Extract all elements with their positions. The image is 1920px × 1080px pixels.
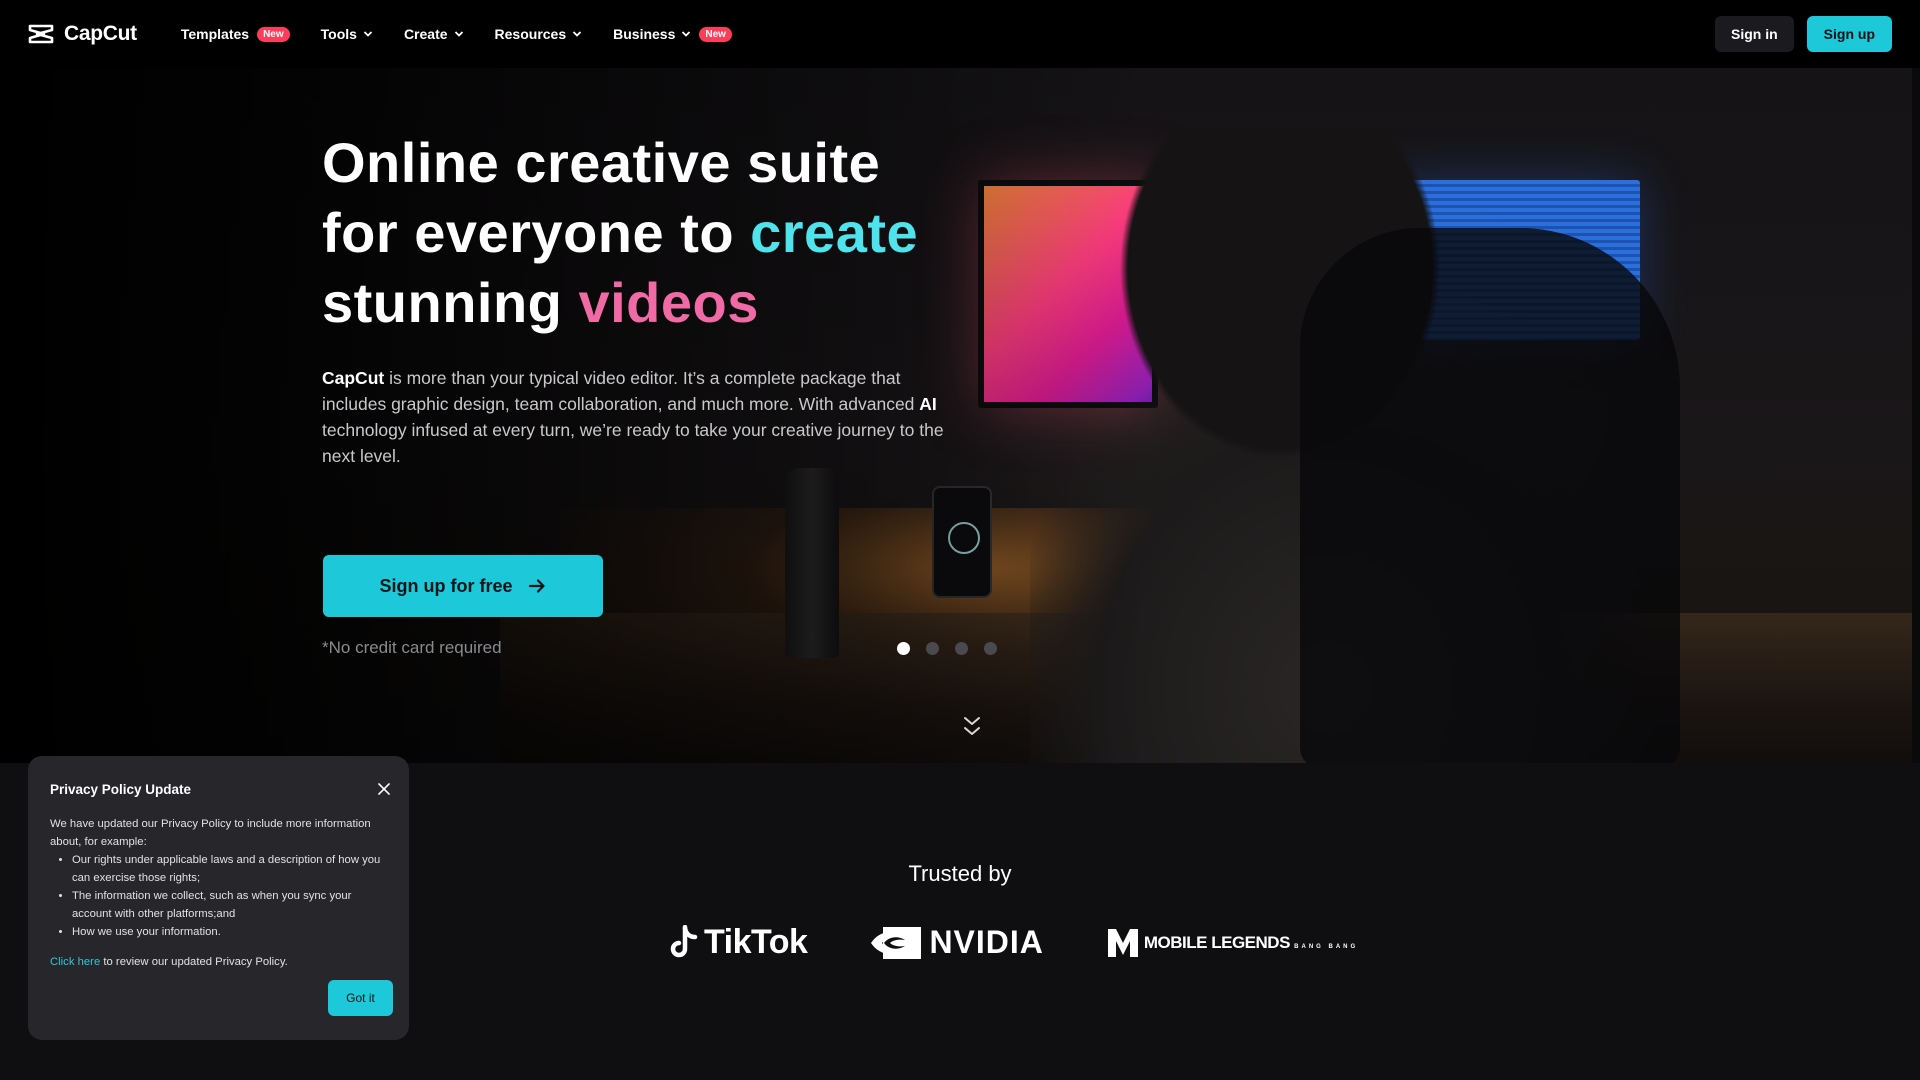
mobile-legends-logo: MOBILE LEGENDS BANG BANG [1106, 925, 1358, 961]
privacy-link-suffix: to review our updated Privacy Policy. [100, 956, 288, 968]
privacy-link-row: Click here to review our updated Privacy… [50, 953, 387, 971]
cta-label: Sign up for free [379, 575, 513, 596]
double-chevron-down-icon[interactable] [962, 714, 982, 740]
capcut-logo-icon [28, 24, 54, 44]
ml-line-2: LEGENDS [1211, 933, 1290, 952]
carousel-dots [897, 642, 997, 655]
ai-text: AI [919, 394, 937, 414]
chevron-down-icon [454, 31, 463, 37]
desc-text: technology infused at every turn, we’re … [322, 420, 944, 466]
hero-title: Online creative suite for everyone to cr… [322, 128, 918, 338]
chevron-down-icon [682, 31, 691, 37]
got-it-button[interactable]: Got it [328, 980, 393, 1016]
nav-item-business[interactable]: Business New [613, 26, 732, 42]
hero-title-line-1: Online creative suite [322, 131, 881, 194]
nav-item-templates[interactable]: Templates New [181, 26, 290, 42]
carousel-dot[interactable] [984, 642, 997, 655]
tiktok-logo: TikTok [668, 923, 808, 962]
ml-line-1: MOBILE [1143, 933, 1208, 952]
sign-in-button[interactable]: Sign in [1715, 16, 1794, 52]
hero-title-line-3: stunning videos [322, 268, 918, 338]
nav-item-tools[interactable]: Tools [321, 26, 373, 42]
no-credit-card-note: *No credit card required [322, 638, 502, 657]
privacy-bullet: Our rights under applicable laws and a d… [72, 851, 387, 887]
hero-title-line-2: for everyone to create [322, 198, 918, 268]
nav-item-create[interactable]: Create [404, 26, 464, 42]
hero-title-text: for everyone to [322, 201, 751, 264]
top-nav: CapCut Templates New Tools Create Resour… [0, 0, 1920, 68]
desc-text: is more than your typical video editor. … [322, 368, 920, 414]
carousel-dot[interactable] [897, 642, 910, 655]
privacy-title: Privacy Policy Update [50, 782, 192, 797]
carousel-dot[interactable] [926, 642, 939, 655]
privacy-policy-popup: Privacy Policy Update We have updated ou… [28, 756, 409, 1040]
sign-up-free-button[interactable]: Sign up for free [323, 555, 603, 617]
nav-item-label: Templates [180, 26, 250, 42]
nvidia-eye-icon [871, 926, 922, 959]
nav-item-label: Business [613, 26, 676, 42]
chevron-down-icon [572, 31, 582, 37]
brand-name: CapCut [322, 368, 385, 388]
hero-title-highlight-create: create [750, 201, 919, 264]
privacy-bullet: How we use your information. [72, 923, 387, 941]
hero-title-text: stunning [322, 271, 579, 334]
hero-description: CapCut is more than your typical video e… [322, 365, 962, 469]
mobile-legends-wordmark: MOBILE LEGENDS BANG BANG [1144, 934, 1358, 951]
brand-logos: TikTok NVIDIA MOBILE LEGENDS BANG BANG [668, 923, 1358, 962]
ml-line-3: BANG BANG [1294, 944, 1359, 950]
nvidia-wordmark: NVIDIA [929, 924, 1044, 960]
nav-item-label: Resources [494, 26, 567, 42]
chevron-down-icon [363, 31, 373, 37]
tiktok-note-icon [670, 924, 698, 957]
new-badge: New [257, 26, 290, 42]
mobile-legends-emblem-icon [1107, 928, 1138, 957]
close-icon[interactable] [377, 782, 391, 796]
privacy-click-here-link[interactable]: Click here [50, 956, 100, 968]
nav-item-resources[interactable]: Resources [495, 26, 583, 42]
tiktok-wordmark: TikTok [704, 923, 808, 961]
sign-up-button[interactable]: Sign up [1806, 16, 1892, 52]
nav-item-label: Tools [320, 26, 357, 42]
privacy-intro: We have updated our Privacy Policy to in… [50, 818, 371, 848]
nav-item-label: Create [403, 26, 448, 42]
logo-text: CapCut [64, 22, 137, 45]
hero-title-highlight-videos: videos [578, 271, 759, 334]
nvidia-logo: NVIDIA [869, 924, 1043, 961]
auth-buttons: Sign in Sign up [1715, 16, 1892, 52]
privacy-bullet: The information we collect, such as when… [72, 887, 387, 923]
nav-menu: Templates New Tools Create Resources Bus… [181, 26, 732, 42]
arrow-right-icon [528, 579, 545, 593]
new-badge: New [699, 26, 732, 42]
capcut-logo[interactable]: CapCut [28, 22, 137, 46]
privacy-bullet-list: Our rights under applicable laws and a d… [72, 851, 387, 941]
carousel-dot[interactable] [955, 642, 968, 655]
